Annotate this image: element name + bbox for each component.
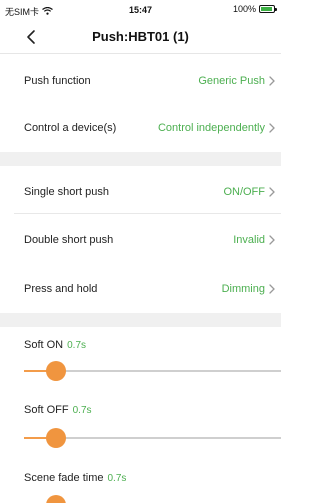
page-title: Push:HBT01 (1): [92, 29, 189, 44]
row-label: Control a device(s): [24, 122, 117, 134]
soft-off-label: Soft OFF 0.7s: [24, 404, 92, 416]
press-and-hold-row[interactable]: Press and hold Dimming: [0, 263, 281, 315]
battery-icon: [259, 5, 277, 13]
nav-bar: Push:HBT01 (1): [0, 20, 281, 54]
row-label: Double short push: [24, 234, 114, 246]
chevron-right-icon: [267, 74, 277, 88]
slider-thumb[interactable]: [45, 428, 66, 448]
slider-value: 0.7s: [67, 340, 87, 351]
row-label: Single short push: [24, 186, 109, 198]
chevron-right-icon: [267, 185, 277, 199]
slider-thumb[interactable]: [45, 495, 66, 503]
chevron-right-icon: [267, 233, 277, 247]
push-function-row[interactable]: Push function Generic Push: [0, 55, 281, 107]
soft-on-label: Soft ON 0.7s: [24, 339, 86, 351]
slider-label-text: Soft OFF: [24, 404, 69, 416]
chevron-right-icon: [267, 282, 277, 296]
soft-off-slider[interactable]: [24, 426, 281, 450]
battery-percent: 100%: [232, 4, 256, 14]
slider-thumb[interactable]: [45, 361, 66, 381]
slider-value: 0.7s: [107, 473, 127, 484]
status-bar: 无SIM卡 15:47 100%: [0, 0, 281, 20]
slider-value: 0.7s: [72, 405, 92, 416]
section-gap: [0, 152, 281, 166]
row-value: Dimming: [221, 283, 265, 295]
section-gap: [0, 313, 281, 327]
single-short-push-row[interactable]: Single short push ON/OFF: [0, 166, 281, 218]
row-value: Generic Push: [198, 75, 265, 87]
row-label: Press and hold: [24, 283, 98, 295]
slider-label-text: Soft ON: [24, 339, 64, 351]
slider-label-text: Scene fade time: [24, 472, 104, 484]
scene-fade-time-slider[interactable]: [24, 493, 281, 503]
row-value: Control independently: [157, 122, 265, 134]
row-value: Invalid: [233, 234, 265, 246]
control-device-row[interactable]: Control a device(s) Control independentl…: [0, 102, 281, 154]
soft-on-slider[interactable]: [24, 359, 281, 383]
status-right: 100%: [232, 4, 277, 14]
chevron-right-icon: [267, 121, 277, 135]
row-value: ON/OFF: [223, 186, 265, 198]
scene-fade-time-label: Scene fade time 0.7s: [24, 472, 126, 484]
double-short-push-row[interactable]: Double short push Invalid: [0, 214, 281, 266]
row-label: Push function: [24, 75, 91, 87]
